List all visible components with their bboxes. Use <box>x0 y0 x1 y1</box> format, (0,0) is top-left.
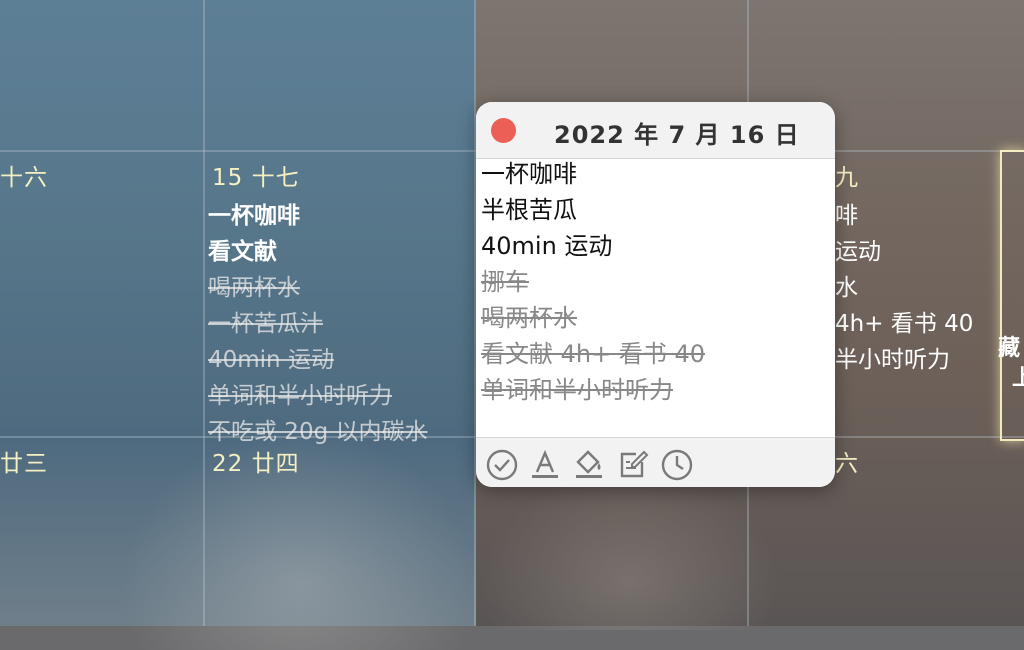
popup-task-list[interactable]: 一杯咖啡 半根苦瓜 40min 运动 挪车 喝两杯水 看文献 4h+ 看书 40… <box>476 158 835 438</box>
grid-divider <box>203 0 205 626</box>
clock-icon[interactable] <box>660 448 694 482</box>
day-cell-label[interactable]: 六 <box>835 444 859 478</box>
day-cell-label[interactable]: 廿三 <box>0 444 48 478</box>
popup-task-item[interactable]: 半根苦瓜 <box>481 190 577 225</box>
day-cell-label[interactable]: 22 廿四 <box>212 444 300 478</box>
day-cell-label[interactable]: 十六 <box>0 158 48 192</box>
edit-note-icon[interactable] <box>616 448 650 482</box>
task-item[interactable]: 喝两杯水 <box>208 268 300 302</box>
task-item[interactable]: 单词和半小时听力 <box>208 376 392 410</box>
popup-task-item[interactable]: 一杯咖啡 <box>481 158 577 189</box>
day-cell-label[interactable]: 15 十七 <box>212 158 300 192</box>
text-color-icon[interactable] <box>528 448 562 482</box>
task-item[interactable]: 4h+ 看书 40 <box>835 304 973 338</box>
task-item[interactable]: 运动 <box>835 232 881 266</box>
cloud-decoration <box>120 430 480 650</box>
today-cell-highlight[interactable] <box>1000 150 1024 441</box>
popup-task-item[interactable]: 40min 运动 <box>481 226 612 261</box>
task-item[interactable]: 啡 <box>835 196 858 230</box>
task-item[interactable]: 40min 运动 <box>208 340 334 374</box>
day-detail-popup: 2022 年 7 月 16 日 一杯咖啡 半根苦瓜 40min 运动 挪车 喝两… <box>476 102 835 487</box>
popup-task-item[interactable]: 看文献 4h+ 看书 40 <box>481 334 705 369</box>
task-item[interactable]: 水 <box>835 268 858 302</box>
task-item[interactable]: 不吃或 20g 以内碳水 <box>208 412 428 446</box>
task-item[interactable]: 一杯咖啡 <box>208 196 300 230</box>
checkmark-circle-icon[interactable] <box>485 448 519 482</box>
popup-header: 2022 年 7 月 16 日 <box>476 102 835 159</box>
task-item[interactable]: 看文献 <box>208 232 277 266</box>
task-item[interactable]: 一杯苦瓜汁 <box>208 304 323 338</box>
popup-task-item[interactable]: 喝两杯水 <box>481 298 577 333</box>
popup-task-item[interactable]: 挪车 <box>481 262 529 297</box>
popup-toolbar <box>476 437 835 487</box>
cloud-decoration <box>480 470 780 630</box>
edge-text: 上 <box>1012 366 1024 391</box>
edge-text: 藏 <box>998 336 1021 361</box>
close-button[interactable] <box>491 118 516 143</box>
day-cell-label[interactable]: 九 <box>835 158 859 192</box>
popup-task-item[interactable]: 单词和半小时听力 <box>481 370 673 405</box>
task-item[interactable]: 半小时听力 <box>835 340 950 374</box>
fill-color-icon[interactable] <box>572 448 606 482</box>
popup-title: 2022 年 7 月 16 日 <box>554 121 800 149</box>
